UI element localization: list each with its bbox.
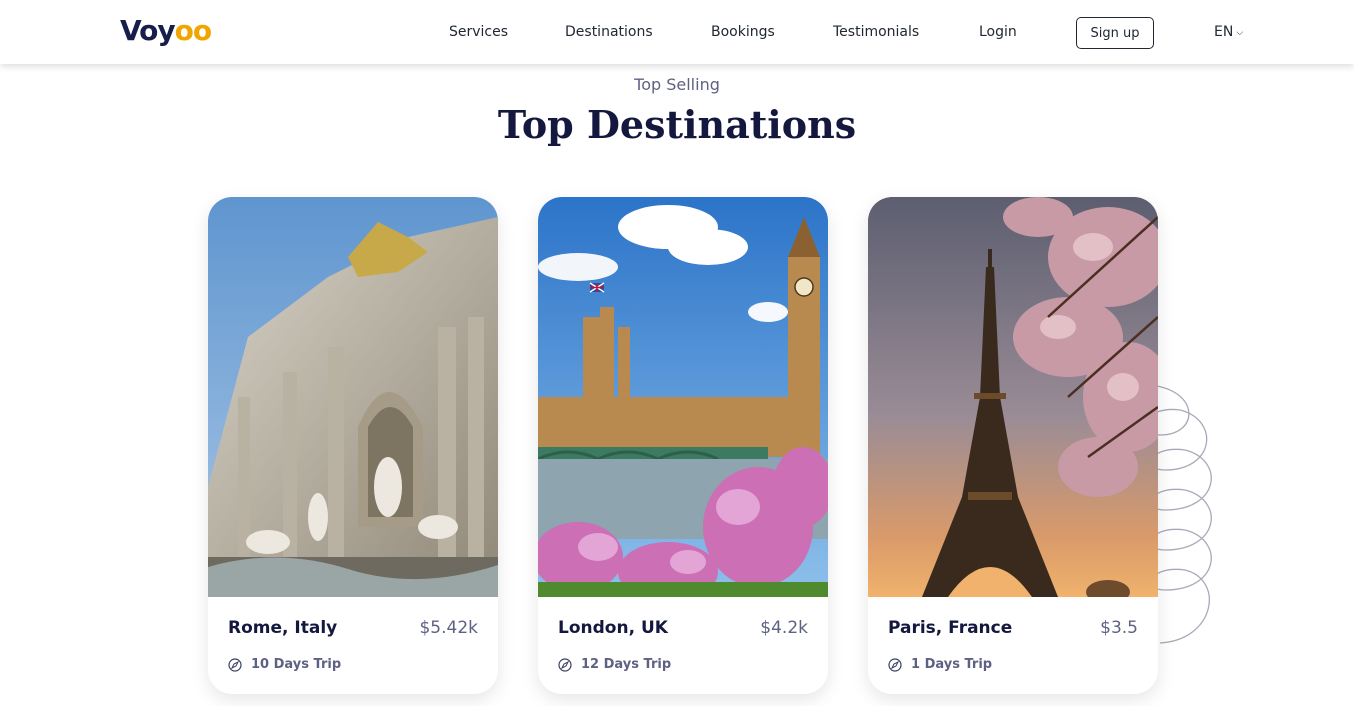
london-image [538, 197, 828, 597]
site-header: Voyoo Services Destinations Bookings Tes… [0, 0, 1354, 64]
rome-image [208, 197, 498, 597]
logo-text: Voy [120, 14, 176, 47]
nav-bookings[interactable]: Bookings [711, 24, 775, 40]
destination-card-london[interactable]: London, UK $4.2k 12 Days Trip [538, 197, 828, 694]
chevron-down-icon: ⌵ [1236, 28, 1244, 38]
card-trip-info: 12 Days Trip [558, 657, 671, 672]
nav-destinations[interactable]: Destinations [565, 24, 653, 40]
navigation-compass-icon [888, 657, 902, 672]
card-price: $3.5 [1100, 618, 1138, 638]
paris-image [868, 197, 1158, 597]
card-trip-info: 10 Days Trip [228, 657, 341, 672]
logo-accent: oo [174, 14, 212, 47]
card-trip-duration: 10 Days Trip [251, 657, 342, 672]
card-trip-duration: 12 Days Trip [581, 657, 672, 672]
nav-services[interactable]: Services [449, 24, 508, 40]
language-label: EN [1214, 24, 1234, 40]
signup-button[interactable]: Sign up [1076, 17, 1154, 49]
language-selector[interactable]: EN ⌵ [1214, 24, 1243, 40]
logo[interactable]: Voyoo [120, 14, 212, 47]
card-price: $4.2k [760, 618, 808, 638]
section-title: Top Destinations [497, 102, 857, 147]
card-destination-name: Paris, France [888, 618, 1013, 638]
nav-testimonials[interactable]: Testimonials [833, 24, 919, 40]
card-trip-duration: 1 Days Trip [911, 657, 993, 672]
card-price: $5.42k [419, 618, 478, 638]
destination-card-paris[interactable]: Paris, France $3.5 1 Days Trip [868, 197, 1158, 694]
navigation-compass-icon [558, 657, 572, 672]
card-destination-name: London, UK [558, 618, 668, 638]
navigation-compass-icon [228, 657, 242, 672]
destination-card-rome[interactable]: Rome, Italy $5.42k 10 Days Trip [208, 197, 498, 694]
nav-login[interactable]: Login [979, 24, 1017, 40]
card-destination-name: Rome, Italy [228, 618, 338, 638]
card-trip-info: 1 Days Trip [888, 657, 992, 672]
section-subtitle: Top Selling [634, 75, 720, 94]
